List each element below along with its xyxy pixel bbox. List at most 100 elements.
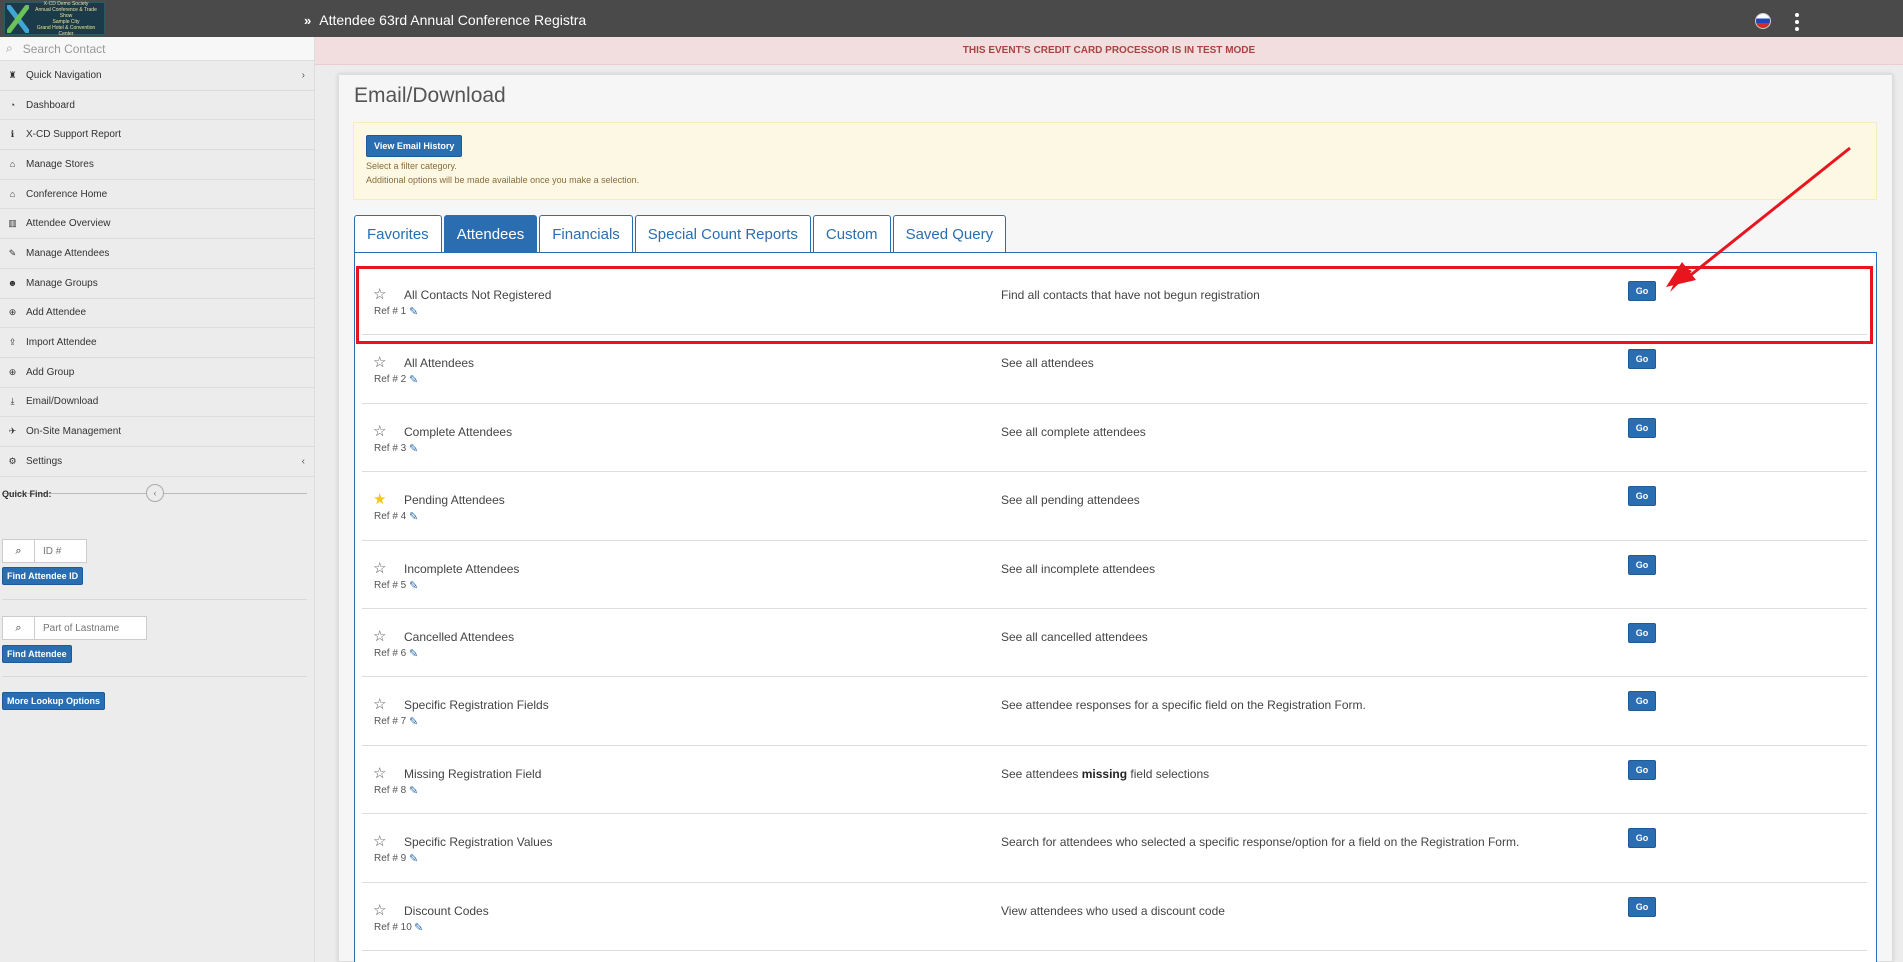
sidebar-item-label: Email/Download [26,396,99,408]
search-icon[interactable]: ⌕ [3,617,35,639]
pencil-icon[interactable]: ✎ [409,784,418,797]
sidebar-item-label: Add Group [26,366,75,378]
sidebar-item-add-group[interactable]: ⊕ Add Group [0,358,314,388]
plus-circle-icon: ⊕ [8,307,17,318]
go-button[interactable]: Go [1628,896,1656,917]
go-button[interactable]: Go [1628,622,1656,643]
tab-attendees[interactable]: Attendees [443,215,538,253]
pencil-icon[interactable]: ✎ [409,373,418,386]
info-text: Select a filter category. [366,161,457,171]
breadcrumb: » Attendee 63rd Annual Conference Regist… [304,12,586,28]
bar-chart-icon: ▥ [8,218,17,229]
sidebar-item-on-site-management[interactable]: ✈ On-Site Management [0,417,314,447]
page-header-title: Attendee 63rd Annual Conference Registra [319,12,587,28]
top-bar: X-CD Demo Society Annual Conference & Tra… [0,0,1903,37]
pencil-icon[interactable]: ✎ [414,921,423,934]
star-outline-icon[interactable]: ☆ [373,627,386,645]
star-outline-icon[interactable]: ☆ [373,901,386,919]
go-button[interactable]: Go [1628,828,1656,849]
star-outline-icon[interactable]: ☆ [373,422,386,440]
query-ref: Ref # 6 [374,647,407,659]
pencil-icon[interactable]: ✎ [409,510,418,523]
collapse-sidebar-icon[interactable]: ‹ [146,483,164,502]
pencil-icon[interactable]: ✎ [409,579,418,592]
star-outline-icon[interactable]: ☆ [373,695,386,713]
query-list: ☆ All Contacts Not Registered Ref # 1 ✎ Find… [362,267,1867,951]
go-button[interactable]: Go [1628,349,1656,370]
query-name: Specific Registration Fields [404,698,549,713]
sidebar-item-email-download[interactable]: ⤓ Email/Download [0,388,314,418]
go-button[interactable]: Go [1628,691,1656,712]
sidebar-item-import-attendee[interactable]: ⇪ Import Attendee [0,328,314,358]
go-button[interactable]: Go [1628,759,1656,780]
description-emphasis: missing [1081,766,1128,781]
sidebar-item-label: On-Site Management [26,426,122,438]
sidebar-item-settings[interactable]: ⚙ Settings ‹ [0,447,314,477]
tab-custom[interactable]: Custom [812,215,891,253]
star-outline-icon[interactable]: ☆ [373,832,386,850]
query-row: ☆ Cancelled Attendees Ref # 6 ✎ See all canc… [362,609,1867,678]
sidebar-item-x-cd-support-report[interactable]: ℹ X-CD Support Report [0,120,314,151]
view-email-history-button[interactable]: View Email History [366,135,463,157]
pencil-icon[interactable]: ✎ [409,442,418,455]
sidebar-item-manage-attendees[interactable]: ✎ Manage Attendees [0,239,314,269]
pencil-icon[interactable]: ✎ [409,852,418,865]
query-name: Discount Codes [404,903,489,918]
query-name: Missing Registration Field [404,766,542,781]
go-button[interactable]: Go [1628,417,1656,438]
sidebar-item-dashboard[interactable]: ◔ Dashboard [0,91,314,121]
sidebar-item-add-attendee[interactable]: ⊕ Add Attendee [0,299,314,329]
query-row: ☆ All Attendees Ref # 2 ✎ See all attendees G… [362,335,1867,404]
edit-icon: ✎ [8,247,17,258]
sidebar-item-manage-groups[interactable]: ☻ Manage Groups [0,269,314,299]
home-icon: ⌂ [9,159,16,170]
go-button[interactable]: Go [1628,554,1656,575]
lastname-search-group: ⌕ [2,616,147,640]
find-attendee-button[interactable]: Find Attendee [2,645,72,663]
more-lookup-options-button[interactable]: More Lookup Options [2,692,105,710]
sidebar-item-manage-stores[interactable]: ⌂ Manage Stores [0,150,314,180]
search-icon[interactable]: ⌕ [3,540,35,562]
query-name: Incomplete Attendees [404,561,520,576]
search-contact-placeholder: Search Contact [22,41,106,56]
lastname-input[interactable] [35,617,145,639]
query-name: All Attendees [404,356,475,371]
page-title: Email/Download [354,84,506,107]
go-button[interactable]: Go [1628,486,1656,507]
sidebar-item-conference-home[interactable]: ⌂ Conference Home [0,180,314,210]
divider [2,676,307,677]
plus-circle-icon: ⊕ [8,366,17,377]
query-ref: Ref # 2 [374,374,407,386]
kebab-menu-icon[interactable] [1794,13,1800,31]
logo[interactable]: X-CD Demo Society Annual Conference & Tra… [4,1,105,37]
flag-icon[interactable] [1755,13,1771,29]
query-description: Search for attendees who selected a spec… [1001,835,1520,850]
sidebar-item-quick-navigation[interactable]: ♜ Quick Navigation › [0,61,314,91]
sidebar-item-label: Manage Stores [26,158,94,170]
pencil-icon[interactable]: ✎ [409,715,418,728]
star-outline-icon[interactable]: ☆ [373,764,386,782]
sidebar-item-label: X-CD Support Report [26,129,122,141]
sidebar-item-attendee-overview[interactable]: ▥ Attendee Overview [0,209,314,240]
search-contact[interactable]: ⌕ Search Contact [0,37,314,61]
info-icon: ℹ [10,129,15,140]
logo-text-line: Annual Conference & Trade Show [35,6,97,19]
find-attendee-id-button[interactable]: Find Attendee ID [2,567,84,585]
star-outline-icon[interactable]: ☆ [373,353,386,371]
tab-financials[interactable]: Financials [539,215,633,253]
sidebar-item-label: Attendee Overview [26,218,111,230]
tab-favorites[interactable]: Favorites [354,215,442,253]
annotation-highlight-box [356,266,1873,344]
query-name: Specific Registration Values [404,835,553,850]
star-filled-icon[interactable]: ★ [373,490,386,508]
tab-saved-query[interactable]: Saved Query [892,215,1007,253]
double-chevron-right-icon: » [304,12,312,28]
filter-tabs: Favorites Attendees Financials Special Coun… [354,215,1007,253]
star-outline-icon[interactable]: ☆ [373,559,386,577]
tab-special-count-reports[interactable]: Special Count Reports [634,215,811,253]
logo-text: X-CD Demo Society Annual Conference & Tra… [31,1,104,37]
attendee-id-input[interactable] [35,540,85,562]
pencil-icon[interactable]: ✎ [409,647,418,660]
query-description: See attendee responses for a specific fi… [1001,698,1366,713]
query-row: ☆ Specific Registration Fields Ref # 7 ✎ See… [362,677,1867,746]
